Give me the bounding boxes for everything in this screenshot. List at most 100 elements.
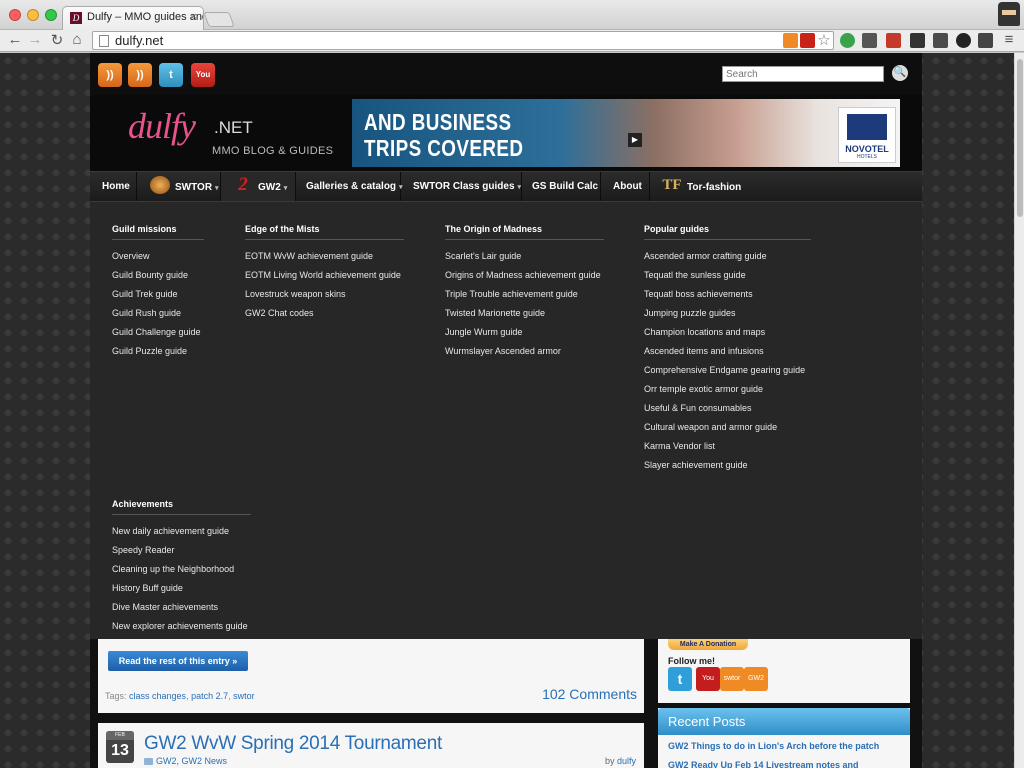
read-more-button[interactable]: Read the rest of this entry »: [108, 651, 248, 671]
menu-link[interactable]: Guild Challenge guide: [112, 323, 204, 342]
nav-class-guides-label: SWTOR Class guides: [413, 181, 515, 192]
menu-link[interactable]: Triple Trouble achievement guide: [445, 285, 604, 304]
menu-link[interactable]: Tequatl the sunless guide: [644, 266, 811, 285]
menu-link[interactable]: Useful & Fun consumables: [644, 399, 811, 418]
search-icon[interactable]: 🔍: [892, 65, 908, 81]
rss-swtor-icon[interactable]: swtor: [720, 667, 744, 691]
bookmark-star-icon[interactable]: ☆: [815, 31, 833, 49]
menu-link[interactable]: Ascended armor crafting guide: [644, 247, 811, 266]
nav-home[interactable]: Home: [90, 172, 137, 202]
nav-swtor-class-guides[interactable]: SWTOR Class guides ▾: [401, 172, 522, 202]
menu-link[interactable]: Slayer achievement guide: [644, 456, 811, 475]
lightning-extension-icon[interactable]: [910, 33, 925, 48]
window-close-button[interactable]: [9, 9, 21, 21]
ad-line-2: TRIPS COVERED: [364, 135, 524, 161]
comments-link[interactable]: 102 Comments: [542, 686, 637, 702]
page-scrollbar[interactable]: [1014, 53, 1024, 768]
wrench-icon[interactable]: [978, 33, 993, 48]
menu-link[interactable]: EOTM Living World achievement guide: [245, 266, 404, 285]
menu-link[interactable]: Champion locations and maps: [644, 323, 811, 342]
tag-link[interactable]: swtor: [233, 691, 255, 701]
rss-icon[interactable]: )): [98, 63, 122, 87]
ad-banner[interactable]: AND BUSINESS TRIPS COVERED ▶ NOVOTEL HOT…: [352, 99, 900, 167]
chevron-down-icon: ▾: [283, 185, 288, 193]
home-button[interactable]: ⌂: [68, 31, 86, 48]
menu-link[interactable]: Karma Vendor list: [644, 437, 811, 456]
site-logo[interactable]: dulfy: [128, 105, 196, 147]
menu-link[interactable]: Origins of Madness achievement guide: [445, 266, 604, 285]
nav-tor-fashion[interactable]: TF Tor-fashion: [650, 172, 752, 202]
red-extension-icon[interactable]: [886, 33, 901, 48]
browser-toolbar: ← → ↻ ⌂ dulfy.net ☆ ≡: [0, 30, 1024, 52]
post-author[interactable]: dulfy: [617, 756, 636, 766]
forward-button[interactable]: →: [26, 31, 44, 48]
menu-link[interactable]: Dive Master achievements: [112, 598, 251, 617]
nav-gs-build-calc[interactable]: GS Build Calc: [522, 172, 601, 202]
post-categories[interactable]: GW2, GW2 News: [156, 756, 227, 766]
window-maximize-button[interactable]: [45, 9, 57, 21]
recent-post-link[interactable]: GW2 Things to do in Lion's Arch before t…: [668, 741, 879, 751]
bug-extension-icon[interactable]: [862, 33, 877, 48]
menu-link[interactable]: Tequatl boss achievements: [644, 285, 811, 304]
nav-about[interactable]: About: [601, 172, 650, 202]
menu-link[interactable]: Lovestruck weapon skins: [245, 285, 404, 304]
eyedropper-extension-icon[interactable]: [933, 33, 948, 48]
menu-link[interactable]: Ascended items and infusions: [644, 342, 811, 361]
menu-link[interactable]: Jumping puzzle guides: [644, 304, 811, 323]
menu-link[interactable]: History Buff guide: [112, 579, 251, 598]
youtube-icon[interactable]: You Tube: [191, 63, 215, 103]
flash-extension-icon[interactable]: [800, 33, 815, 48]
tag-link[interactable]: patch 2.7: [191, 691, 228, 701]
menu-link[interactable]: Wurmslayer Ascended armor: [445, 342, 604, 361]
tag-link[interactable]: class changes: [129, 691, 186, 701]
menu-link[interactable]: Cleaning up the Neighborhood: [112, 560, 251, 579]
scrollbar-thumb[interactable]: [1017, 59, 1023, 217]
nav-galleries[interactable]: Galleries & catalog ▾: [296, 172, 403, 202]
rss-feed-icon[interactable]: )): [128, 63, 152, 87]
twitter-icon[interactable]: t: [159, 63, 183, 87]
address-url: dulfy.net: [115, 33, 164, 48]
menu-link[interactable]: Jungle Wurm guide: [445, 323, 604, 342]
browser-tab[interactable]: D Dulfy – MMO guides and n ×: [62, 6, 204, 30]
menu-link[interactable]: Comprehensive Endgame gearing guide: [644, 361, 811, 380]
nav-swtor[interactable]: SWTOR ▾: [137, 172, 221, 202]
menu-link[interactable]: New explorer achievements guide: [112, 617, 251, 636]
post-month: FEB: [106, 731, 134, 740]
address-bar[interactable]: dulfy.net: [92, 31, 834, 50]
window-minimize-button[interactable]: [27, 9, 39, 21]
nav-gw2[interactable]: 2 GW2 ▾: [221, 172, 296, 202]
menu-link[interactable]: Speedy Reader: [112, 541, 251, 560]
nav-swtor-label: SWTOR: [175, 182, 213, 194]
menu-link[interactable]: Orr temple exotic armor guide: [644, 380, 811, 399]
twitter-follow-icon[interactable]: t: [668, 667, 692, 691]
tab-title: Dulfy – MMO guides and n: [87, 11, 203, 23]
donate-button[interactable]: Make A Donation: [668, 639, 748, 650]
menu-link[interactable]: Overview: [112, 247, 204, 266]
tab-close-icon[interactable]: ×: [191, 11, 197, 23]
menu-link[interactable]: Twisted Marionette guide: [445, 304, 604, 323]
menu-link[interactable]: Guild Rush guide: [112, 304, 204, 323]
menu-link[interactable]: New daily achievement guide: [112, 522, 251, 541]
new-tab-button[interactable]: [203, 12, 235, 27]
ad-play-icon: ▶: [628, 133, 642, 147]
menu-link[interactable]: GW2 Chat codes: [245, 304, 404, 323]
profile-avatar-icon[interactable]: [998, 2, 1020, 26]
gear-icon[interactable]: [956, 33, 971, 48]
menu-link[interactable]: Guild Bounty guide: [112, 266, 204, 285]
menu-link[interactable]: Cultural weapon and armor guide: [644, 418, 811, 437]
back-button[interactable]: ←: [6, 31, 24, 48]
youtube-follow-icon[interactable]: You: [696, 667, 720, 691]
post-title[interactable]: GW2 WvW Spring 2014 Tournament: [144, 733, 442, 755]
search-input[interactable]: [722, 66, 884, 82]
menu-link[interactable]: EOTM WvW achievement guide: [245, 247, 404, 266]
reload-button[interactable]: ↻: [48, 31, 66, 49]
folder-icon: [144, 758, 153, 765]
menu-icon[interactable]: ≡: [1000, 31, 1018, 48]
menu-link[interactable]: Guild Puzzle guide: [112, 342, 204, 361]
menu-link[interactable]: Scarlet's Lair guide: [445, 247, 604, 266]
rss-extension-icon[interactable]: [783, 33, 798, 48]
rss-gw2-icon[interactable]: GW2: [744, 667, 768, 691]
menu-link[interactable]: Guild Trek guide: [112, 285, 204, 304]
recent-post-link[interactable]: GW2 Ready Up Feb 14 Livestream notes and: [668, 760, 859, 768]
adblock-extension-icon[interactable]: [840, 33, 855, 48]
